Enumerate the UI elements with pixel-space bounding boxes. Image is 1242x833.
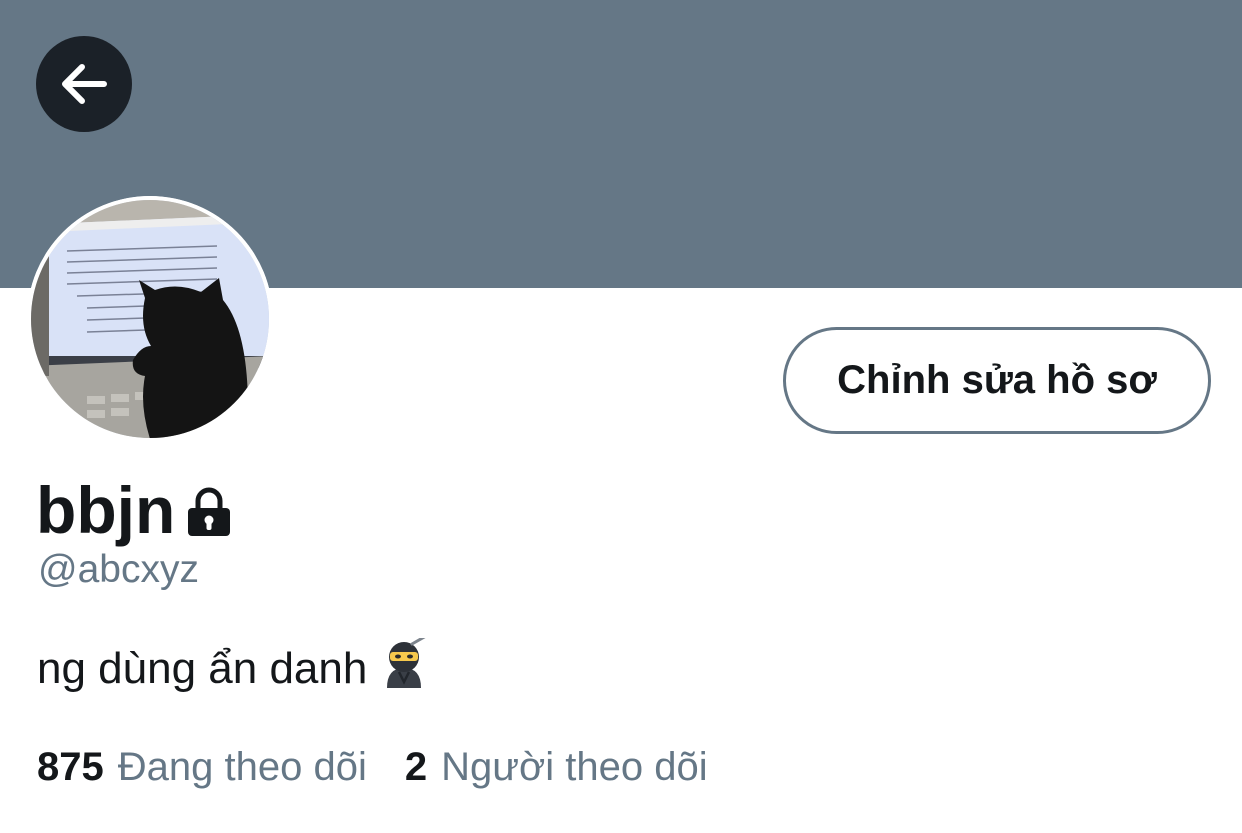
profile-name-row: bbjn (36, 470, 233, 550)
lock-icon (185, 487, 233, 542)
followers-count: 2 (404, 745, 428, 789)
following-count: 875 (37, 745, 104, 789)
profile-bio: ng dùng ẩn danh (37, 634, 429, 699)
display-name: bbjn (36, 473, 176, 547)
avatar[interactable] (27, 196, 273, 442)
profile-stats: 875 Đang theo dõi 2 Người theo dõi (37, 745, 708, 790)
followers-label: Người theo dõi (441, 745, 708, 789)
edit-profile-button[interactable]: Chỉnh sửa hồ sơ (783, 327, 1211, 434)
bio-text: ng dùng ẩn danh (37, 643, 368, 693)
following-link[interactable]: 875 Đang theo dõi (37, 745, 367, 790)
profile-handle: @abcxyz (38, 548, 199, 591)
ninja-emoji-icon (379, 634, 429, 699)
followers-link[interactable]: 2 Người theo dõi (405, 745, 708, 790)
arrow-left-icon (62, 64, 107, 104)
back-button[interactable] (36, 36, 132, 132)
following-label: Đang theo dõi (117, 745, 367, 789)
